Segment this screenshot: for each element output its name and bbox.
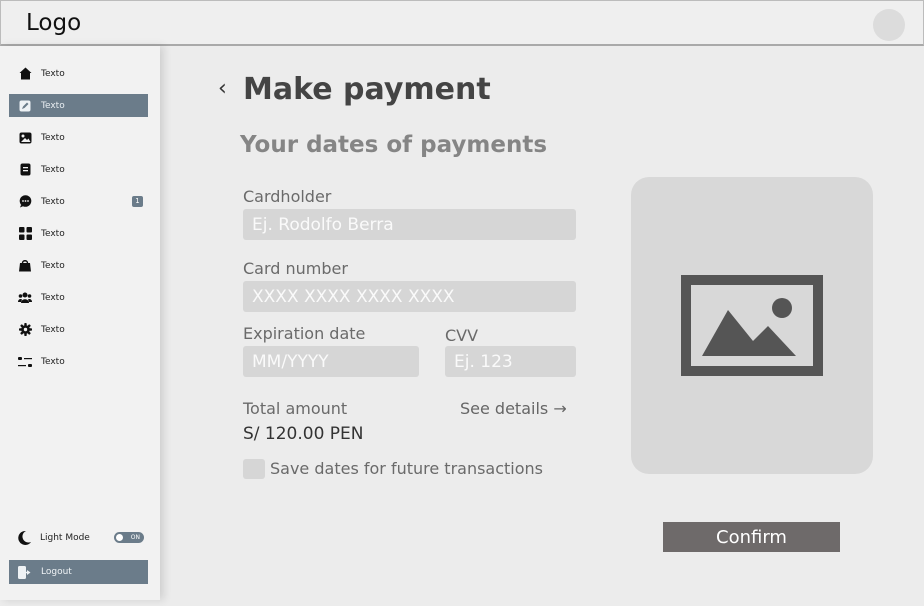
sidebar-item-settings[interactable]: Texto bbox=[9, 318, 148, 341]
sidebar-item-label: Texto bbox=[41, 164, 65, 175]
sidebar-item-label: Texto bbox=[41, 260, 65, 271]
edit-icon bbox=[18, 99, 32, 113]
moon-icon bbox=[16, 530, 32, 546]
total-amount-label: Total amount bbox=[243, 399, 348, 418]
sidebar-item-label: Texto bbox=[41, 68, 65, 79]
grid-icon bbox=[18, 227, 32, 241]
total-amount-value: S/ 120.00 PEN bbox=[243, 424, 364, 444]
sidebar-item-label: Texto bbox=[41, 132, 65, 143]
cvv-label: CVV bbox=[445, 326, 479, 345]
sidebar-item-bag[interactable]: Texto bbox=[9, 254, 148, 277]
users-icon bbox=[18, 291, 32, 305]
sidebar-item-grid[interactable]: Texto bbox=[9, 222, 148, 245]
toggle-knob bbox=[116, 534, 123, 541]
logout-button[interactable]: Logout bbox=[9, 560, 148, 584]
sidebar-item-image[interactable]: Texto bbox=[9, 126, 148, 149]
sidebar-item-label: Texto bbox=[41, 196, 65, 207]
sidebar-item-sliders[interactable]: Texto bbox=[9, 350, 148, 373]
avatar[interactable] bbox=[873, 9, 905, 41]
image-placeholder-icon bbox=[681, 275, 823, 376]
logo: Logo bbox=[26, 10, 82, 36]
image-icon bbox=[18, 131, 32, 145]
sidebar-item-chat[interactable]: Texto 1 bbox=[9, 190, 148, 213]
expiration-input[interactable] bbox=[243, 346, 419, 377]
logout-label: Logout bbox=[41, 567, 72, 577]
card-number-input[interactable] bbox=[243, 281, 576, 312]
page-title: Make payment bbox=[243, 72, 491, 107]
back-button[interactable]: ‹ bbox=[218, 76, 227, 101]
light-mode-row: Light Mode ON bbox=[9, 526, 148, 550]
sliders-icon bbox=[18, 355, 32, 369]
sidebar: Texto Texto Texto Texto Texto 1 Texto Te… bbox=[0, 46, 160, 600]
see-details-link[interactable]: See details → bbox=[460, 399, 567, 418]
cardholder-label: Cardholder bbox=[243, 187, 332, 206]
home-icon bbox=[18, 67, 32, 81]
top-bar: Logo bbox=[0, 0, 924, 46]
save-dates-label: Save dates for future transactions bbox=[270, 459, 544, 478]
sidebar-item-label: Texto bbox=[41, 100, 65, 111]
sidebar-item-home[interactable]: Texto bbox=[9, 62, 148, 85]
sidebar-item-label: Texto bbox=[41, 292, 65, 303]
chat-icon bbox=[18, 195, 32, 209]
light-mode-label: Light Mode bbox=[40, 533, 90, 543]
light-mode-toggle[interactable]: ON bbox=[114, 532, 144, 543]
expiration-label: Expiration date bbox=[243, 324, 366, 343]
logout-icon bbox=[18, 565, 32, 579]
bag-icon bbox=[18, 259, 32, 273]
save-dates-checkbox[interactable] bbox=[243, 459, 265, 479]
document-icon bbox=[18, 163, 32, 177]
notification-badge: 1 bbox=[132, 196, 143, 207]
section-subtitle: Your dates of payments bbox=[240, 132, 548, 158]
sidebar-item-edit[interactable]: Texto bbox=[9, 94, 148, 117]
gear-icon bbox=[18, 323, 32, 337]
sidebar-item-label: Texto bbox=[41, 356, 65, 367]
image-placeholder-card bbox=[631, 177, 873, 474]
cvv-input[interactable] bbox=[445, 346, 576, 377]
sidebar-item-users[interactable]: Texto bbox=[9, 286, 148, 309]
confirm-button[interactable]: Confirm bbox=[663, 522, 840, 552]
sidebar-item-document[interactable]: Texto bbox=[9, 158, 148, 181]
sidebar-item-label: Texto bbox=[41, 228, 65, 239]
toggle-state-label: ON bbox=[130, 534, 140, 541]
sidebar-item-label: Texto bbox=[41, 324, 65, 335]
cardholder-input[interactable] bbox=[243, 209, 576, 240]
card-number-label: Card number bbox=[243, 259, 348, 278]
